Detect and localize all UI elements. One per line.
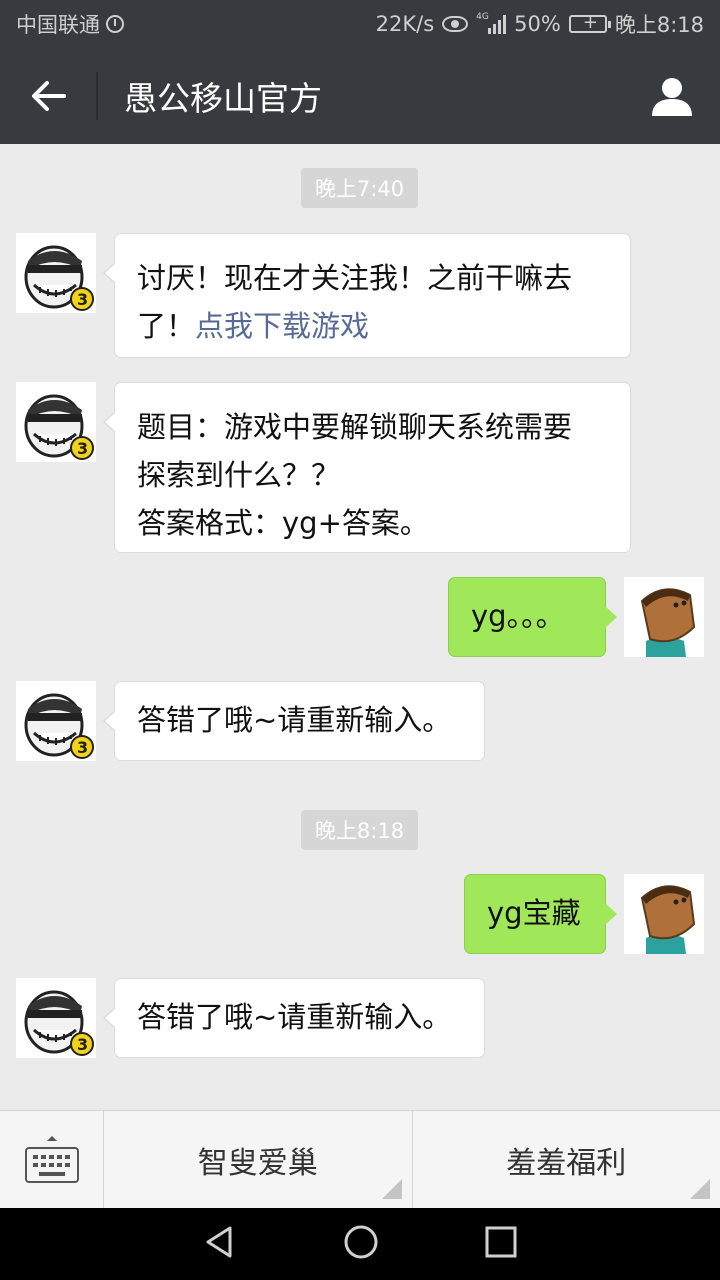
- cartoon-person-icon: [624, 874, 704, 954]
- circle-home-icon: [344, 1225, 378, 1259]
- menu-item-label: 智叟爱巢: [197, 1146, 318, 1181]
- cartoon-person-icon: [624, 577, 704, 657]
- triangle-back-icon: [206, 1226, 232, 1258]
- message-line: 答案格式：yg+答案。: [137, 506, 429, 540]
- nav-recents-button[interactable]: [484, 1225, 518, 1263]
- message-line: 探索到什么？？: [137, 458, 341, 492]
- keyboard-switch-button[interactable]: [0, 1111, 104, 1209]
- message-text: 答错了哦~请重新输入。: [137, 703, 452, 737]
- message-bubble-incoming[interactable]: 答错了哦~请重新输入。: [103, 978, 485, 1058]
- timestamp: 晚上8:18: [301, 810, 418, 850]
- message-bubble-incoming[interactable]: 题目：游戏中要解锁聊天系统需要 探索到什么？？ 答案格式：yg+答案。: [103, 382, 631, 553]
- svg-text:3: 3: [77, 290, 88, 309]
- message-text: 答错了哦~请重新输入。: [137, 1000, 452, 1034]
- carrier-label: 中国联通: [16, 13, 100, 37]
- eye-icon: [442, 16, 469, 32]
- back-arrow-icon: [32, 81, 66, 111]
- download-game-link[interactable]: 点我下载游戏: [195, 309, 369, 343]
- bot-avatar[interactable]: 3: [16, 681, 96, 761]
- keyboard-icon: [24, 1136, 79, 1183]
- svg-text:3: 3: [77, 738, 88, 757]
- message-bubble-outgoing[interactable]: yg。。。: [448, 577, 617, 657]
- submenu-indicator-icon: [690, 1179, 710, 1199]
- meme-face-icon: 3: [16, 233, 96, 313]
- user-avatar[interactable]: [624, 874, 704, 954]
- message-text: yg宝藏: [487, 896, 581, 930]
- bottom-menu: 智叟爱巢 羞羞福利: [0, 1110, 720, 1209]
- message-bubble-incoming[interactable]: 答错了哦~请重新输入。: [103, 681, 485, 761]
- page-title: 愚公移山官方: [124, 79, 322, 118]
- status-bar: 中国联通 22K/s 4G 50% 晚上8:18: [0, 0, 720, 48]
- signal-icon: 4G: [476, 12, 507, 34]
- status-time: 晚上8:18: [614, 13, 704, 37]
- menu-item-label: 羞羞福利: [506, 1146, 627, 1181]
- chat-area[interactable]: 晚上7:40 3 讨厌！现在才关注我！之前干嘛去了！点我下载游戏 3 题目：游戏…: [0, 144, 720, 1110]
- meme-face-icon: 3: [16, 382, 96, 462]
- person-icon: [652, 78, 692, 116]
- alarm-clock-icon: [106, 15, 124, 33]
- user-avatar[interactable]: [624, 577, 704, 657]
- back-button[interactable]: [0, 48, 96, 144]
- meme-face-icon: 3: [16, 978, 96, 1058]
- meme-face-icon: 3: [16, 681, 96, 761]
- svg-text:3: 3: [77, 1035, 88, 1054]
- timestamp: 晚上7:40: [301, 168, 418, 208]
- svg-text:3: 3: [77, 439, 88, 458]
- square-recents-icon: [485, 1226, 517, 1258]
- system-nav-bar: [0, 1208, 720, 1280]
- menu-item-xiuxiu-fuli[interactable]: 羞羞福利: [413, 1111, 720, 1209]
- battery-charging-icon: [568, 12, 611, 33]
- submenu-indicator-icon: [381, 1179, 402, 1199]
- title-bar: 愚公移山官方: [0, 48, 720, 144]
- official-account-info-button[interactable]: [624, 48, 720, 144]
- message-line: 题目：游戏中要解锁聊天系统需要: [137, 410, 573, 444]
- net-speed: 22K/s: [375, 12, 435, 36]
- battery-percent: 50%: [514, 12, 561, 36]
- nav-home-button[interactable]: [342, 1223, 380, 1265]
- network-type: 4G: [476, 12, 489, 22]
- bot-avatar[interactable]: 3: [16, 382, 96, 462]
- bot-avatar[interactable]: 3: [16, 978, 96, 1058]
- menu-item-zhisou-aichao[interactable]: 智叟爱巢: [104, 1111, 413, 1209]
- title-divider: [96, 72, 98, 120]
- message-text: yg。。。: [471, 599, 565, 633]
- message-bubble-incoming[interactable]: 讨厌！现在才关注我！之前干嘛去了！点我下载游戏: [103, 233, 631, 358]
- bot-avatar[interactable]: 3: [16, 233, 96, 313]
- message-bubble-outgoing[interactable]: yg宝藏: [464, 874, 617, 954]
- nav-back-button[interactable]: [202, 1224, 238, 1264]
